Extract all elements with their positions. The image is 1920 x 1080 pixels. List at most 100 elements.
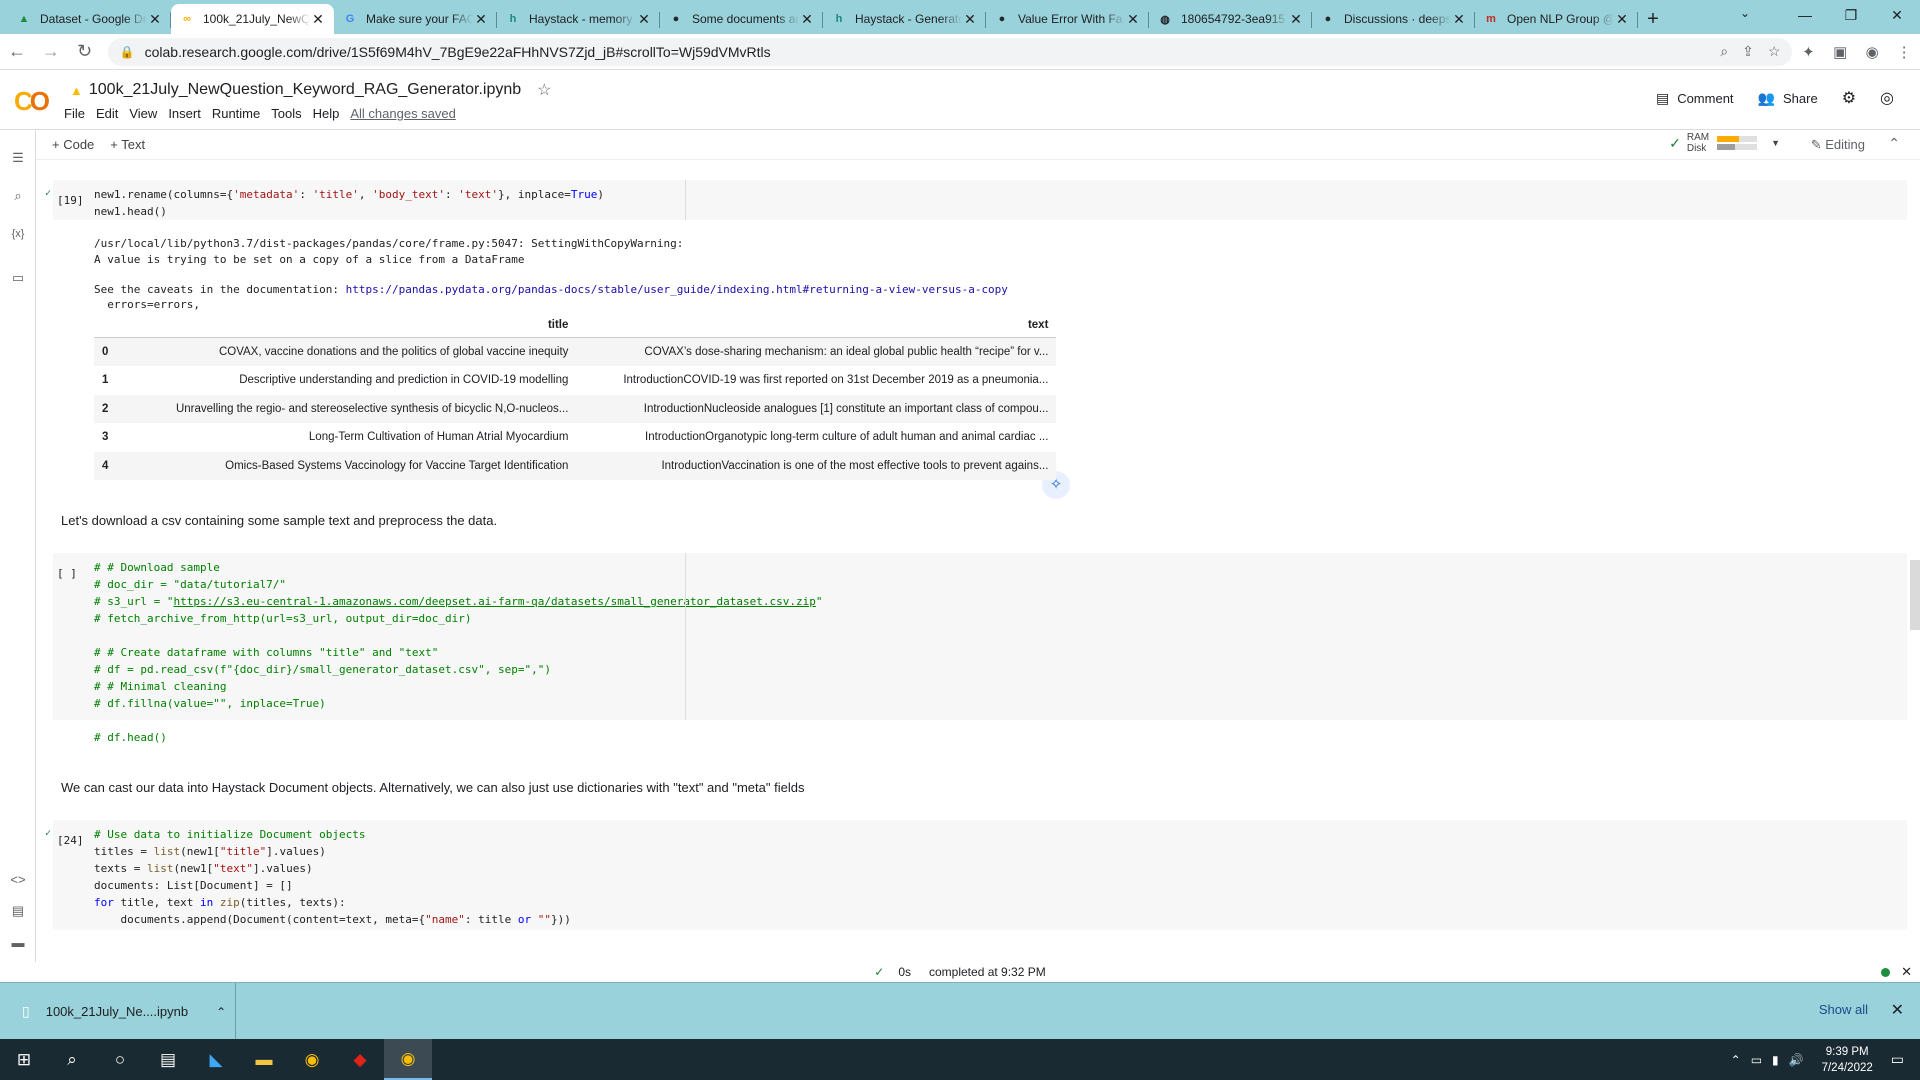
browser-tab[interactable]: ∞ 100k_21July_NewQuestion_Keyword_RAG_Gen… [171, 4, 334, 34]
code-editor[interactable]: new1.rename(columns={'metadata': 'title'… [94, 186, 604, 220]
share-button[interactable]: 👥 Share [1758, 90, 1818, 107]
browser-tab[interactable]: ▲ Dataset - Google Drive✕ [8, 4, 171, 34]
close-tab-icon[interactable]: ✕ [799, 11, 815, 28]
maximize-button[interactable]: ❐ [1828, 0, 1874, 30]
add-text-button[interactable]: + Text [110, 137, 145, 152]
variables-icon[interactable]: {x} [0, 228, 36, 240]
zoom-icon[interactable]: ⌕ [1720, 43, 1728, 60]
settings-gear-icon[interactable]: ⚙ [1842, 88, 1856, 108]
close-tab-icon[interactable]: ✕ [473, 11, 489, 28]
browser-tab[interactable]: h Haystack - memory ✕ [497, 4, 660, 34]
omnibox[interactable]: 🔒 colab.research.google.com/drive/1S5f69… [107, 37, 1793, 66]
browser-menu-icon[interactable]: ⋮ [1888, 43, 1920, 61]
browser-tab[interactable]: G Make sure your FAQ ✕ [334, 4, 497, 34]
battery-icon[interactable]: ▮ [1772, 1053, 1779, 1067]
close-shelf-icon[interactable]: ✕ [1891, 1000, 1904, 1020]
account-icon[interactable]: ◎ [1880, 88, 1894, 108]
code-cell-download-sample[interactable]: [ ] # # Download sample # doc_dir = "dat… [53, 553, 1907, 744]
menu-file[interactable]: File [64, 106, 85, 121]
colab-logo[interactable]: CO [14, 86, 50, 117]
side-panel-icon[interactable]: ▣ [1824, 43, 1856, 61]
download-item[interactable]: ▯ 100k_21July_Ne....ipynb ⌃ [8, 983, 236, 1040]
search-icon[interactable]: ⌕ [0, 188, 36, 204]
code-cell-24[interactable]: ✓ [24] # Use data to initialize Document… [45, 820, 1907, 930]
command-palette-icon[interactable]: ▤ [0, 903, 36, 919]
tray-chevron-icon[interactable]: ⌃ [1731, 1053, 1741, 1067]
task-view-icon[interactable]: ▤ [144, 1039, 192, 1080]
url-text[interactable]: colab.research.google.com/drive/1S5f69M4… [145, 44, 1707, 60]
tab-search-chevron-icon[interactable]: ⌄ [1740, 6, 1750, 20]
browser-tab[interactable]: ● Value Error With Fa ✕ [986, 4, 1149, 34]
window-close-button[interactable]: ✕ [1874, 0, 1920, 30]
editing-mode-button[interactable]: ✎ Editing [1811, 137, 1865, 153]
terminal-icon[interactable]: ▬ [0, 935, 36, 950]
add-code-button[interactable]: + Code [52, 137, 94, 152]
close-tab-icon[interactable]: ✕ [1614, 11, 1630, 28]
network-icon[interactable]: ▭ [1751, 1053, 1762, 1067]
close-tab-icon[interactable]: ✕ [1288, 11, 1304, 28]
chevron-up-icon[interactable]: ⌃ [216, 1005, 226, 1019]
cortana-icon[interactable]: ○ [96, 1039, 144, 1080]
share-page-icon[interactable]: ⇪ [1742, 43, 1754, 60]
markdown-cell-documents[interactable]: We can cast our data into Haystack Docum… [61, 780, 804, 795]
chrome-active-icon[interactable]: ◉ [384, 1039, 432, 1080]
scrollbar-thumb[interactable] [1910, 560, 1920, 630]
close-tab-icon[interactable]: ✕ [636, 11, 652, 28]
menu-runtime[interactable]: Runtime [212, 106, 260, 121]
menu-tools[interactable]: Tools [271, 106, 301, 121]
browser-tab[interactable]: ● Discussions · deepset ✕ [1312, 4, 1475, 34]
new-tab-button[interactable]: + [1638, 4, 1668, 34]
chrome-icon[interactable]: ◉ [288, 1039, 336, 1080]
save-status[interactable]: All changes saved [350, 106, 456, 121]
close-tab-icon[interactable]: ✕ [310, 11, 326, 28]
browser-tab[interactable]: m Open NLP Group @ ✕ [1475, 4, 1638, 34]
comment-button[interactable]: ▤ Comment [1656, 90, 1734, 107]
pandas-docs-link[interactable]: https://pandas.pydata.org/pandas-docs/st… [346, 283, 1008, 296]
bookmark-star-icon[interactable]: ☆ [1768, 43, 1781, 60]
notebook-title[interactable]: 100k_21July_NewQuestion_Keyword_RAG_Gene… [89, 81, 521, 99]
menu-help[interactable]: Help [313, 106, 340, 121]
table-of-contents-icon[interactable]: ☰ [0, 150, 36, 166]
close-tab-icon[interactable]: ✕ [1451, 11, 1467, 28]
menu-view[interactable]: View [129, 106, 157, 121]
back-button[interactable]: ← [0, 41, 34, 62]
status-close-icon[interactable]: ✕ [1901, 964, 1912, 980]
browser-tab[interactable]: ◍ 180654792-3ea915 ✕ [1149, 4, 1312, 34]
markdown-cell-download[interactable]: Let's download a csv containing some sam… [61, 513, 497, 528]
vscode-icon[interactable]: ◣ [192, 1039, 240, 1080]
reload-button[interactable]: ↻ [68, 41, 102, 62]
code-cell-19[interactable]: ✓ [19] new1.rename(columns={'metadata': … [45, 180, 1907, 220]
browser-tab[interactable]: ● Some documents are ✕ [660, 4, 823, 34]
resources-dropdown-icon[interactable]: ▼ [1771, 138, 1780, 148]
volume-icon[interactable]: 🔊 [1789, 1053, 1804, 1067]
clock[interactable]: 9:39 PM 7/24/2022 [1822, 1044, 1873, 1076]
close-tab-icon[interactable]: ✕ [1125, 11, 1141, 28]
minimize-button[interactable]: — [1782, 0, 1828, 30]
line-length-ruler [685, 180, 686, 220]
notifications-icon[interactable]: ▭ [1891, 1051, 1904, 1068]
show-all-downloads-link[interactable]: Show all [1819, 1002, 1868, 1017]
files-folder-icon[interactable]: ▭ [0, 270, 36, 286]
browser-tab[interactable]: h Haystack - Generator ✕ [823, 4, 986, 34]
run-cell-button[interactable]: [ ] [57, 567, 77, 580]
profile-avatar-icon[interactable]: ◉ [1856, 43, 1888, 61]
ram-bar-fill [1717, 136, 1740, 142]
search-icon[interactable]: ⌕ [48, 1039, 96, 1080]
title-cell: Descriptive understanding and prediction… [239, 374, 569, 387]
file-explorer-icon[interactable]: ▬ [240, 1039, 288, 1080]
acrobat-icon[interactable]: ◆ [336, 1039, 384, 1080]
windows-start-icon[interactable]: ⊞ [0, 1039, 48, 1080]
resources-indicator[interactable]: ✓ RAM Disk ▼ [1669, 132, 1780, 154]
code-editor[interactable]: # Use data to initialize Document object… [94, 826, 571, 928]
menu-edit[interactable]: Edit [96, 106, 118, 121]
close-tab-icon[interactable]: ✕ [147, 11, 163, 28]
close-tab-icon[interactable]: ✕ [962, 11, 978, 28]
code-editor[interactable]: # # Download sample # doc_dir = "data/tu… [94, 559, 823, 746]
forward-button[interactable]: → [34, 41, 68, 62]
line-length-ruler [685, 553, 686, 720]
collapse-header-icon[interactable]: ⌃ [1888, 135, 1900, 152]
star-icon[interactable]: ☆ [537, 80, 551, 100]
menu-insert[interactable]: Insert [168, 106, 201, 121]
code-snippets-icon[interactable]: <> [0, 872, 36, 887]
extensions-puzzle-icon[interactable]: ✦ [1792, 43, 1824, 61]
